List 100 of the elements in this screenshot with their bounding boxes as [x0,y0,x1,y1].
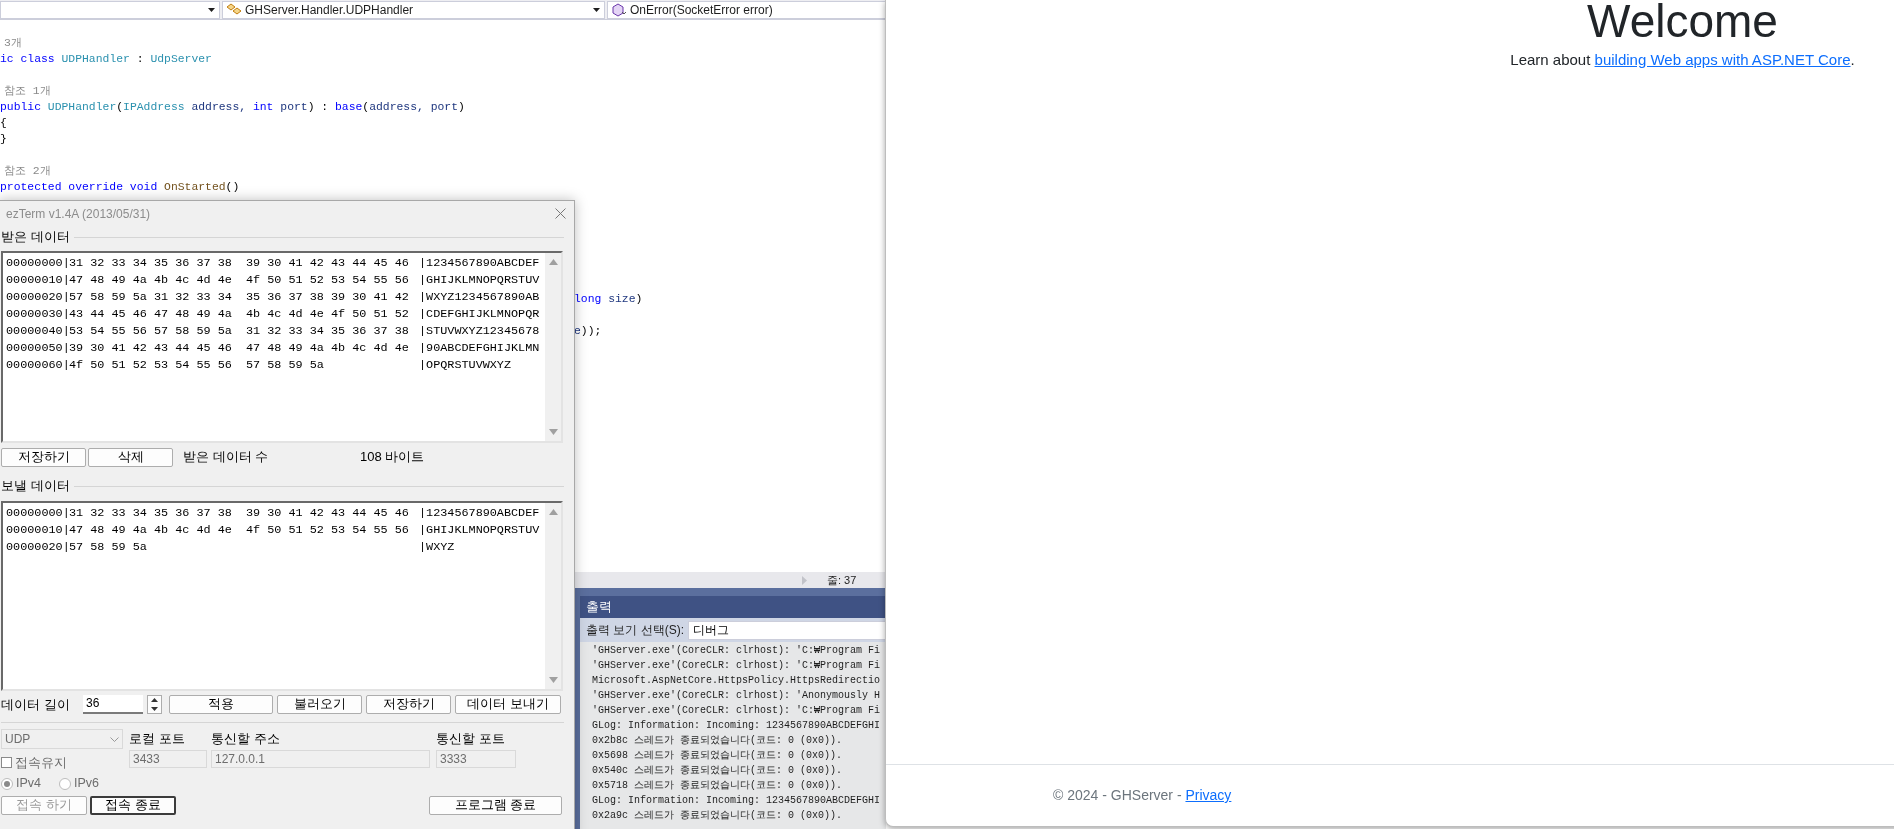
log-line: Microsoft.AspNetCore.HttpsPolicy.HttpsRedirectio [592,675,881,686]
offset-text: 00000000| [5,255,69,272]
nav-dropdown[interactable]: GHServer.Handler.UDPHandler [222,0,605,19]
log-line: 'GHServer.exe'(CoreCLR: clrhost): 'C:₩Program Fi [592,645,881,656]
hex-text: 57 58 59 5a [69,539,148,556]
log-line: 'GHServer.exe'(CoreCLR: clrhost): 'Anonymously H [592,690,881,701]
code-line: long size) [574,293,643,305]
hex-text: 39 30 41 42 43 44 45 46 47 48 49 4a 4b 4c 4d 4e [69,340,410,357]
offset-text: 00000020| [5,289,69,306]
hex-view[interactable]: 00000000|31 32 33 34 35 36 37 38 39 30 41 42 43 44 45 46 |1234567890ABCDEF 00000010|47 48 49 4a 4b 4c 4d 4e 4f 50 51 52 53 54 55 56 |GHIJKLMNOPQRSTUV 00000020|57 58 59 5a |WXYZ [1,501,563,691]
scrollbar[interactable] [545,253,561,441]
ascii-text: |CDEFGHIJKLMNOPQR [419,306,540,323]
scroll-up-icon [548,509,558,515]
reference-count[interactable]: 3개 [4,37,22,49]
ascii-text: |GHIJKLMNOPQRSTUV [419,272,540,289]
hex-text: 47 48 49 4a 4b 4c 4d 4e 4f 50 51 52 53 54 55 56 [69,522,410,539]
privacy-link[interactable]: Privacy [1185,787,1232,803]
ascii-text: |90ABCDEFGHIJKLMN [419,340,540,357]
offset-text: 00000010| [5,272,69,289]
scroll-down-icon [548,677,558,683]
window-title: ezTerm v1.4A (2013/05/31) [6,205,151,223]
page-heading: Welcome [1587,0,1778,47]
nav-dropdown[interactable]: OnError(SocketError error) [607,0,886,19]
intro-text: Learn about building Web apps with ASP.NET Core. [1510,49,1855,70]
panel-title: 출력 [586,598,612,616]
ascii-text: |GHIJKLMNOPQRSTUV [419,522,540,539]
offset-text: 00000030| [5,306,69,323]
caret-icon [593,7,600,12]
select-label: 출력 보기 선택(S): [586,622,684,639]
code-line: public UDPHandler(IPAddress address, int port) : base(address, port) [0,101,465,113]
caret-icon [208,7,215,12]
cube-icon [611,2,627,17]
offset-text: 00000000| [5,505,69,522]
length-field[interactable]: 36 [83,695,143,714]
hex-view[interactable] [1,251,563,443]
log-line: 0x5698 스레드가 종료되었습니다(코드: 0 (0x0)). [592,750,843,761]
code-line: { [0,117,7,129]
radio-label: IPv6 [74,775,100,793]
radio-label: IPv4 [16,775,41,793]
button[interactable]: 적용 [169,695,273,714]
footer-text: © 2024 - GHServer - Privacy [1053,786,1232,805]
scrollbar[interactable] [545,503,561,689]
code-line: ic class UDPHandler : UdpServer [0,53,212,65]
offset-text: 00000060| [5,357,69,374]
log-line: 0x2a9c 스레드가 종료되었습니다(코드: 0 (0x0)). [592,810,843,821]
length-label: 데이터 길이 [1,695,71,714]
hex-text: 47 48 49 4a 4b 4c 4d 4e 4f 50 51 52 53 54 55 56 [69,272,410,289]
offset-text: 00000050| [5,340,69,357]
hex-text: 4f 50 51 52 53 54 55 56 57 58 59 5a [69,357,325,374]
count-label: 받은 데이터 수 [183,448,270,467]
hex-text: 31 32 33 34 35 36 37 38 39 30 41 42 43 44 45 46 [69,505,410,522]
button[interactable]: 불러오기 [277,695,362,714]
button[interactable]: 데이터 보내기 [455,695,561,714]
log-line: 0x540c 스레드가 종료되었습니다(코드: 0 (0x0)). [592,765,843,776]
field-label: 로컬 포트 [129,730,186,748]
line-number-text: 줄: 37 [827,572,857,588]
scroll-down-icon [548,429,558,435]
button[interactable]: 삭제 [88,447,173,467]
class-icon [226,2,242,17]
ascii-text: |1234567890ABCDEF [419,255,540,272]
close-icon[interactable] [555,208,566,219]
group-label: 받은 데이터 [1,228,70,247]
log-line: 'GHServer.exe'(CoreCLR: clrhost): 'C:₩Program Fi [592,660,881,671]
offset-text: 00000020| [5,539,69,556]
output-source-select[interactable]: 디버그 [688,620,886,640]
code-line: e)); [574,325,602,337]
log-line: 0x2b8c 스레드가 종료되었습니다(코드: 0 (0x0)). [592,735,843,746]
group-label: 보낼 데이터 [1,477,70,496]
scroll-right-icon [802,575,807,585]
field-label: 통신할 주소 [211,730,281,748]
ascii-text: |WXYZ1234567890AB [419,289,540,306]
hex-text: 57 58 59 5a 31 32 33 34 35 36 37 38 39 30 41 42 [69,289,410,306]
chevron-down-icon [110,736,119,742]
up-icon [151,698,158,703]
code-line: } [0,133,7,145]
field-label: 통신할 포트 [436,730,506,748]
down-icon [151,706,158,711]
offset-text: 00000010| [5,522,69,539]
reference-count[interactable]: 참조 2개 [4,165,51,177]
log-line: 'GHServer.exe'(CoreCLR: clrhost): 'C:₩Program Fi [592,705,881,716]
ascii-text: |OPQRSTUVWXYZ [419,357,512,374]
spin-buttons[interactable] [147,695,162,714]
reference-count[interactable]: 참조 1개 [4,85,51,97]
code-line: protected override void OnStarted() [0,181,240,193]
button[interactable]: 저장하기 [1,447,86,467]
hex-text: 53 54 55 56 57 58 59 5a 31 32 33 34 35 36 37 38 [69,323,410,340]
hex-text: 31 32 33 34 35 36 37 38 39 30 41 42 43 44 45 46 [69,255,410,272]
log-line: 0x5718 스레드가 종료되었습니다(코드: 0 (0x0)). [592,780,843,791]
count-value: 108 바이트 [360,448,425,467]
button[interactable]: 저장하기 [366,695,451,714]
ascii-text: |STUVWXYZ12345678 [419,323,540,340]
ascii-text: |1234567890ABCDEF [419,505,540,522]
offset-text: 00000040| [5,323,69,340]
log-line: GLog: Information: Incoming: 1234567890ABCDEFGHI [592,795,881,806]
ascii-text: |WXYZ [419,539,455,556]
hex-text: 43 44 45 46 47 48 49 4a 4b 4c 4d 4e 4f 50 51 52 [69,306,410,323]
docs-link[interactable]: building Web apps with ASP.NET Core [1594,50,1851,68]
scroll-up-icon [548,259,558,265]
log-line: GLog: Information: Incoming: 1234567890ABCDEFGHI [592,720,881,731]
checkbox-label: 접속유지 [15,753,67,772]
